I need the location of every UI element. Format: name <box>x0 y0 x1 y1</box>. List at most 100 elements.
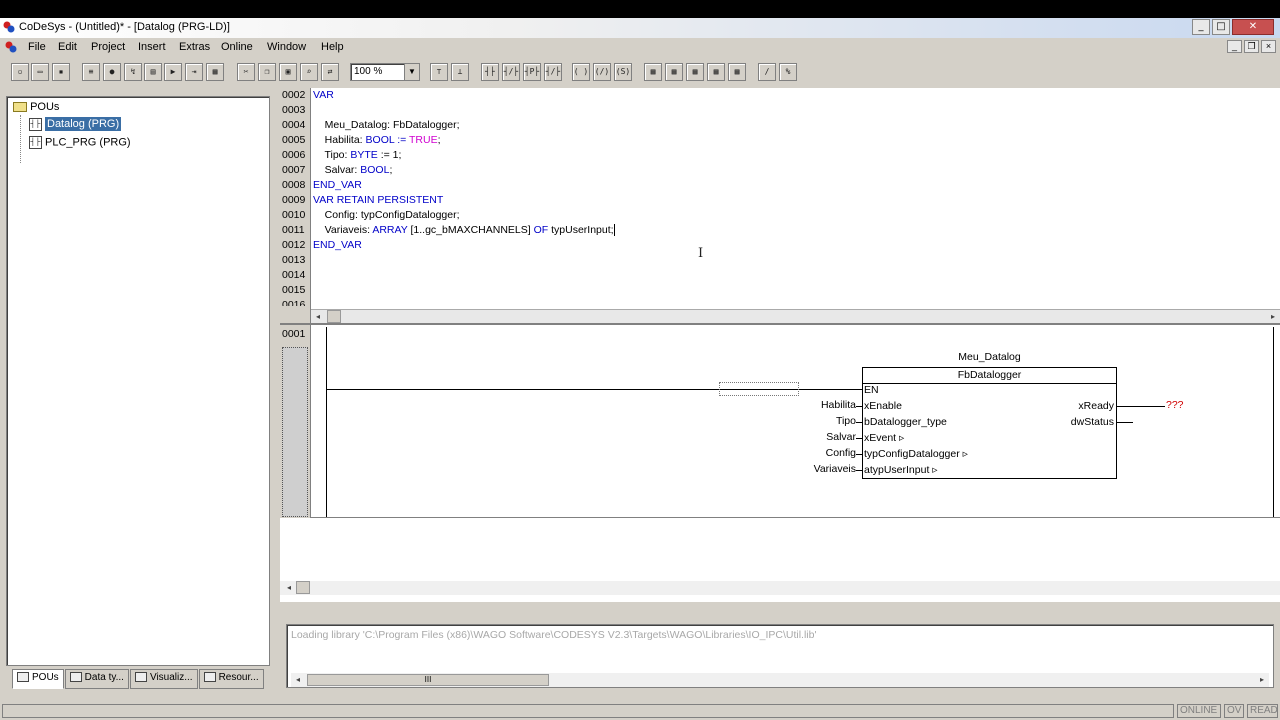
tree-root-pous[interactable]: POUs <box>13 101 59 113</box>
network-after-icon[interactable]: ⊥ <box>451 63 469 81</box>
declaration-hscrollbar[interactable]: ◂ ▸ <box>311 309 1280 323</box>
tab-label: Data ty... <box>84 672 124 683</box>
scroll-thumb[interactable] <box>327 310 341 323</box>
tab-pous[interactable]: POUs <box>12 669 64 689</box>
fb-instance-name[interactable]: Meu_Datalog <box>862 351 1117 363</box>
code-line: VAR <box>313 89 334 101</box>
stop-icon[interactable]: ● <box>103 63 121 81</box>
mdi-minimize-button[interactable]: _ <box>1227 40 1242 53</box>
step-icon[interactable]: ⇥ <box>185 63 203 81</box>
copy-icon[interactable]: ❐ <box>258 63 276 81</box>
menu-online[interactable]: Online <box>221 41 253 53</box>
menu-edit[interactable]: Edit <box>58 41 77 53</box>
code-line: VAR RETAIN PERSISTENT <box>313 194 444 206</box>
network-before-icon[interactable]: ⊤ <box>430 63 448 81</box>
message-hscrollbar[interactable]: ◂ III ▸ <box>291 673 1269 687</box>
declaration-editor[interactable]: 0002 0003 0004 0005 0006 0007 0008 0009 … <box>280 88 1280 360</box>
insert-position-marker[interactable] <box>719 382 799 396</box>
negated-coil-icon[interactable]: (/) <box>593 63 611 81</box>
mdi-restore-button[interactable]: ❐ <box>1244 40 1259 53</box>
coil-icon[interactable]: ( ) <box>572 63 590 81</box>
left-power-rail <box>326 327 327 518</box>
scroll-thumb[interactable]: III <box>307 674 549 686</box>
code-line: Config: typConfigDatalogger; <box>313 209 460 221</box>
scroll-left-icon[interactable]: ◂ <box>282 581 296 595</box>
line-number: 0016 <box>282 299 306 306</box>
menu-extras[interactable]: Extras <box>179 41 210 53</box>
tab-data-types[interactable]: Data ty... <box>64 669 129 689</box>
menu-project[interactable]: Project <box>91 41 125 53</box>
window-close-button[interactable]: ✕ <box>1232 19 1274 35</box>
zoom-select[interactable]: 100 % ▼ <box>350 63 420 81</box>
ladder-hscrollbar[interactable]: ◂ <box>280 581 1280 595</box>
save-icon[interactable]: ▪ <box>52 63 70 81</box>
function-block[interactable]: FbDatalogger EN xEnable bDatalogger_type… <box>862 367 1117 479</box>
chevron-down-icon[interactable]: ▼ <box>404 64 419 80</box>
network-gutter: 0001 <box>280 325 311 518</box>
negated-contact-icon[interactable]: ┤/├ <box>502 63 520 81</box>
logout-icon[interactable]: ▤ <box>144 63 162 81</box>
input-var-tipo[interactable]: Tipo <box>764 415 856 427</box>
parallel-contact-icon[interactable]: ┤P├ <box>523 63 541 81</box>
resources-tab-icon <box>203 672 216 683</box>
code-line: END_VAR <box>313 239 362 251</box>
scroll-thumb[interactable] <box>296 581 310 594</box>
tree-item-plc-prg[interactable]: ┤├ PLC_PRG (PRG) <box>29 136 131 149</box>
return-icon[interactable]: ▦ <box>707 63 725 81</box>
cut-icon[interactable]: ✂ <box>237 63 255 81</box>
menu-window[interactable]: Window <box>267 41 306 53</box>
tab-resources[interactable]: Resour... <box>198 669 264 689</box>
document-menu-icon[interactable] <box>5 41 17 53</box>
comment-icon[interactable]: ∕ <box>758 63 776 81</box>
menu-insert[interactable]: Insert <box>138 41 166 53</box>
xready-unassigned[interactable]: ??? <box>1166 399 1184 411</box>
box-en-icon[interactable]: ▦ <box>665 63 683 81</box>
status-overwrite: OV <box>1224 704 1244 718</box>
tab-visualizations[interactable]: Visualiz... <box>129 669 198 689</box>
new-icon[interactable]: ▫ <box>11 63 29 81</box>
input-var-salvar[interactable]: Salvar <box>764 431 856 443</box>
input-var-config[interactable]: Config <box>764 447 856 459</box>
contact-icon[interactable]: ┤├ <box>481 63 499 81</box>
code-line: Habilita: BOOL := TRUE; <box>313 134 441 146</box>
assign-icon[interactable]: ▦ <box>728 63 746 81</box>
line-number: 0010 <box>282 209 306 221</box>
input-var-variaveis[interactable]: Variaveis <box>764 463 856 475</box>
codesys-app-icon <box>3 21 15 33</box>
mdi-close-button[interactable]: × <box>1261 40 1276 53</box>
status-read: READ <box>1247 704 1278 718</box>
pin-icon[interactable]: % <box>779 63 797 81</box>
toolbar: ▫ ▭ ▪ ≡ ● ↯ ▤ ▶ ⇥ ▦ ✂ ❐ ▣ ⌕ ⇄ 100 % ▼ ⊤ … <box>0 58 1280 86</box>
parallel-negated-contact-icon[interactable]: ┤/├ <box>544 63 562 81</box>
input-stub <box>856 438 862 439</box>
breakpoint-icon[interactable]: ▦ <box>206 63 224 81</box>
line-number: 0006 <box>282 149 306 161</box>
replace-icon[interactable]: ⇄ <box>321 63 339 81</box>
window-minimize-button[interactable]: _ <box>1192 19 1210 35</box>
jump-icon[interactable]: ▦ <box>686 63 704 81</box>
window-maximize-button[interactable]: □ <box>1212 19 1230 35</box>
set-coil-icon[interactable]: (S) <box>614 63 632 81</box>
zoom-value: 100 % <box>354 66 383 77</box>
ladder-editor[interactable]: 0001 Meu_Datalog FbDatalogger EN xEnable… <box>280 323 1280 602</box>
line-number: 0015 <box>282 284 306 296</box>
box-icon[interactable]: ▦ <box>644 63 662 81</box>
code-line: Tipo: BYTE := 1; <box>313 149 402 161</box>
tree-item-label: Datalog (PRG) <box>45 117 122 132</box>
scroll-right-icon[interactable]: ▸ <box>1255 673 1269 687</box>
tree-root-label: POUs <box>30 101 60 113</box>
open-icon[interactable]: ▭ <box>31 63 49 81</box>
scroll-right-icon[interactable]: ▸ <box>1266 310 1280 324</box>
tree-item-datalog[interactable]: ┤├ Datalog (PRG) <box>29 117 122 132</box>
scroll-left-icon[interactable]: ◂ <box>311 310 325 324</box>
find-icon[interactable]: ⌕ <box>300 63 318 81</box>
paste-icon[interactable]: ▣ <box>279 63 297 81</box>
run-icon[interactable]: ▶ <box>164 63 182 81</box>
build-icon[interactable]: ≡ <box>82 63 100 81</box>
menu-help[interactable]: Help <box>321 41 344 53</box>
input-var-habilita[interactable]: Habilita <box>764 399 856 411</box>
status-bar: ONLINE OV READ <box>0 702 1280 720</box>
menu-file[interactable]: File <box>28 41 46 53</box>
scroll-left-icon[interactable]: ◂ <box>291 673 305 687</box>
login-icon[interactable]: ↯ <box>124 63 142 81</box>
